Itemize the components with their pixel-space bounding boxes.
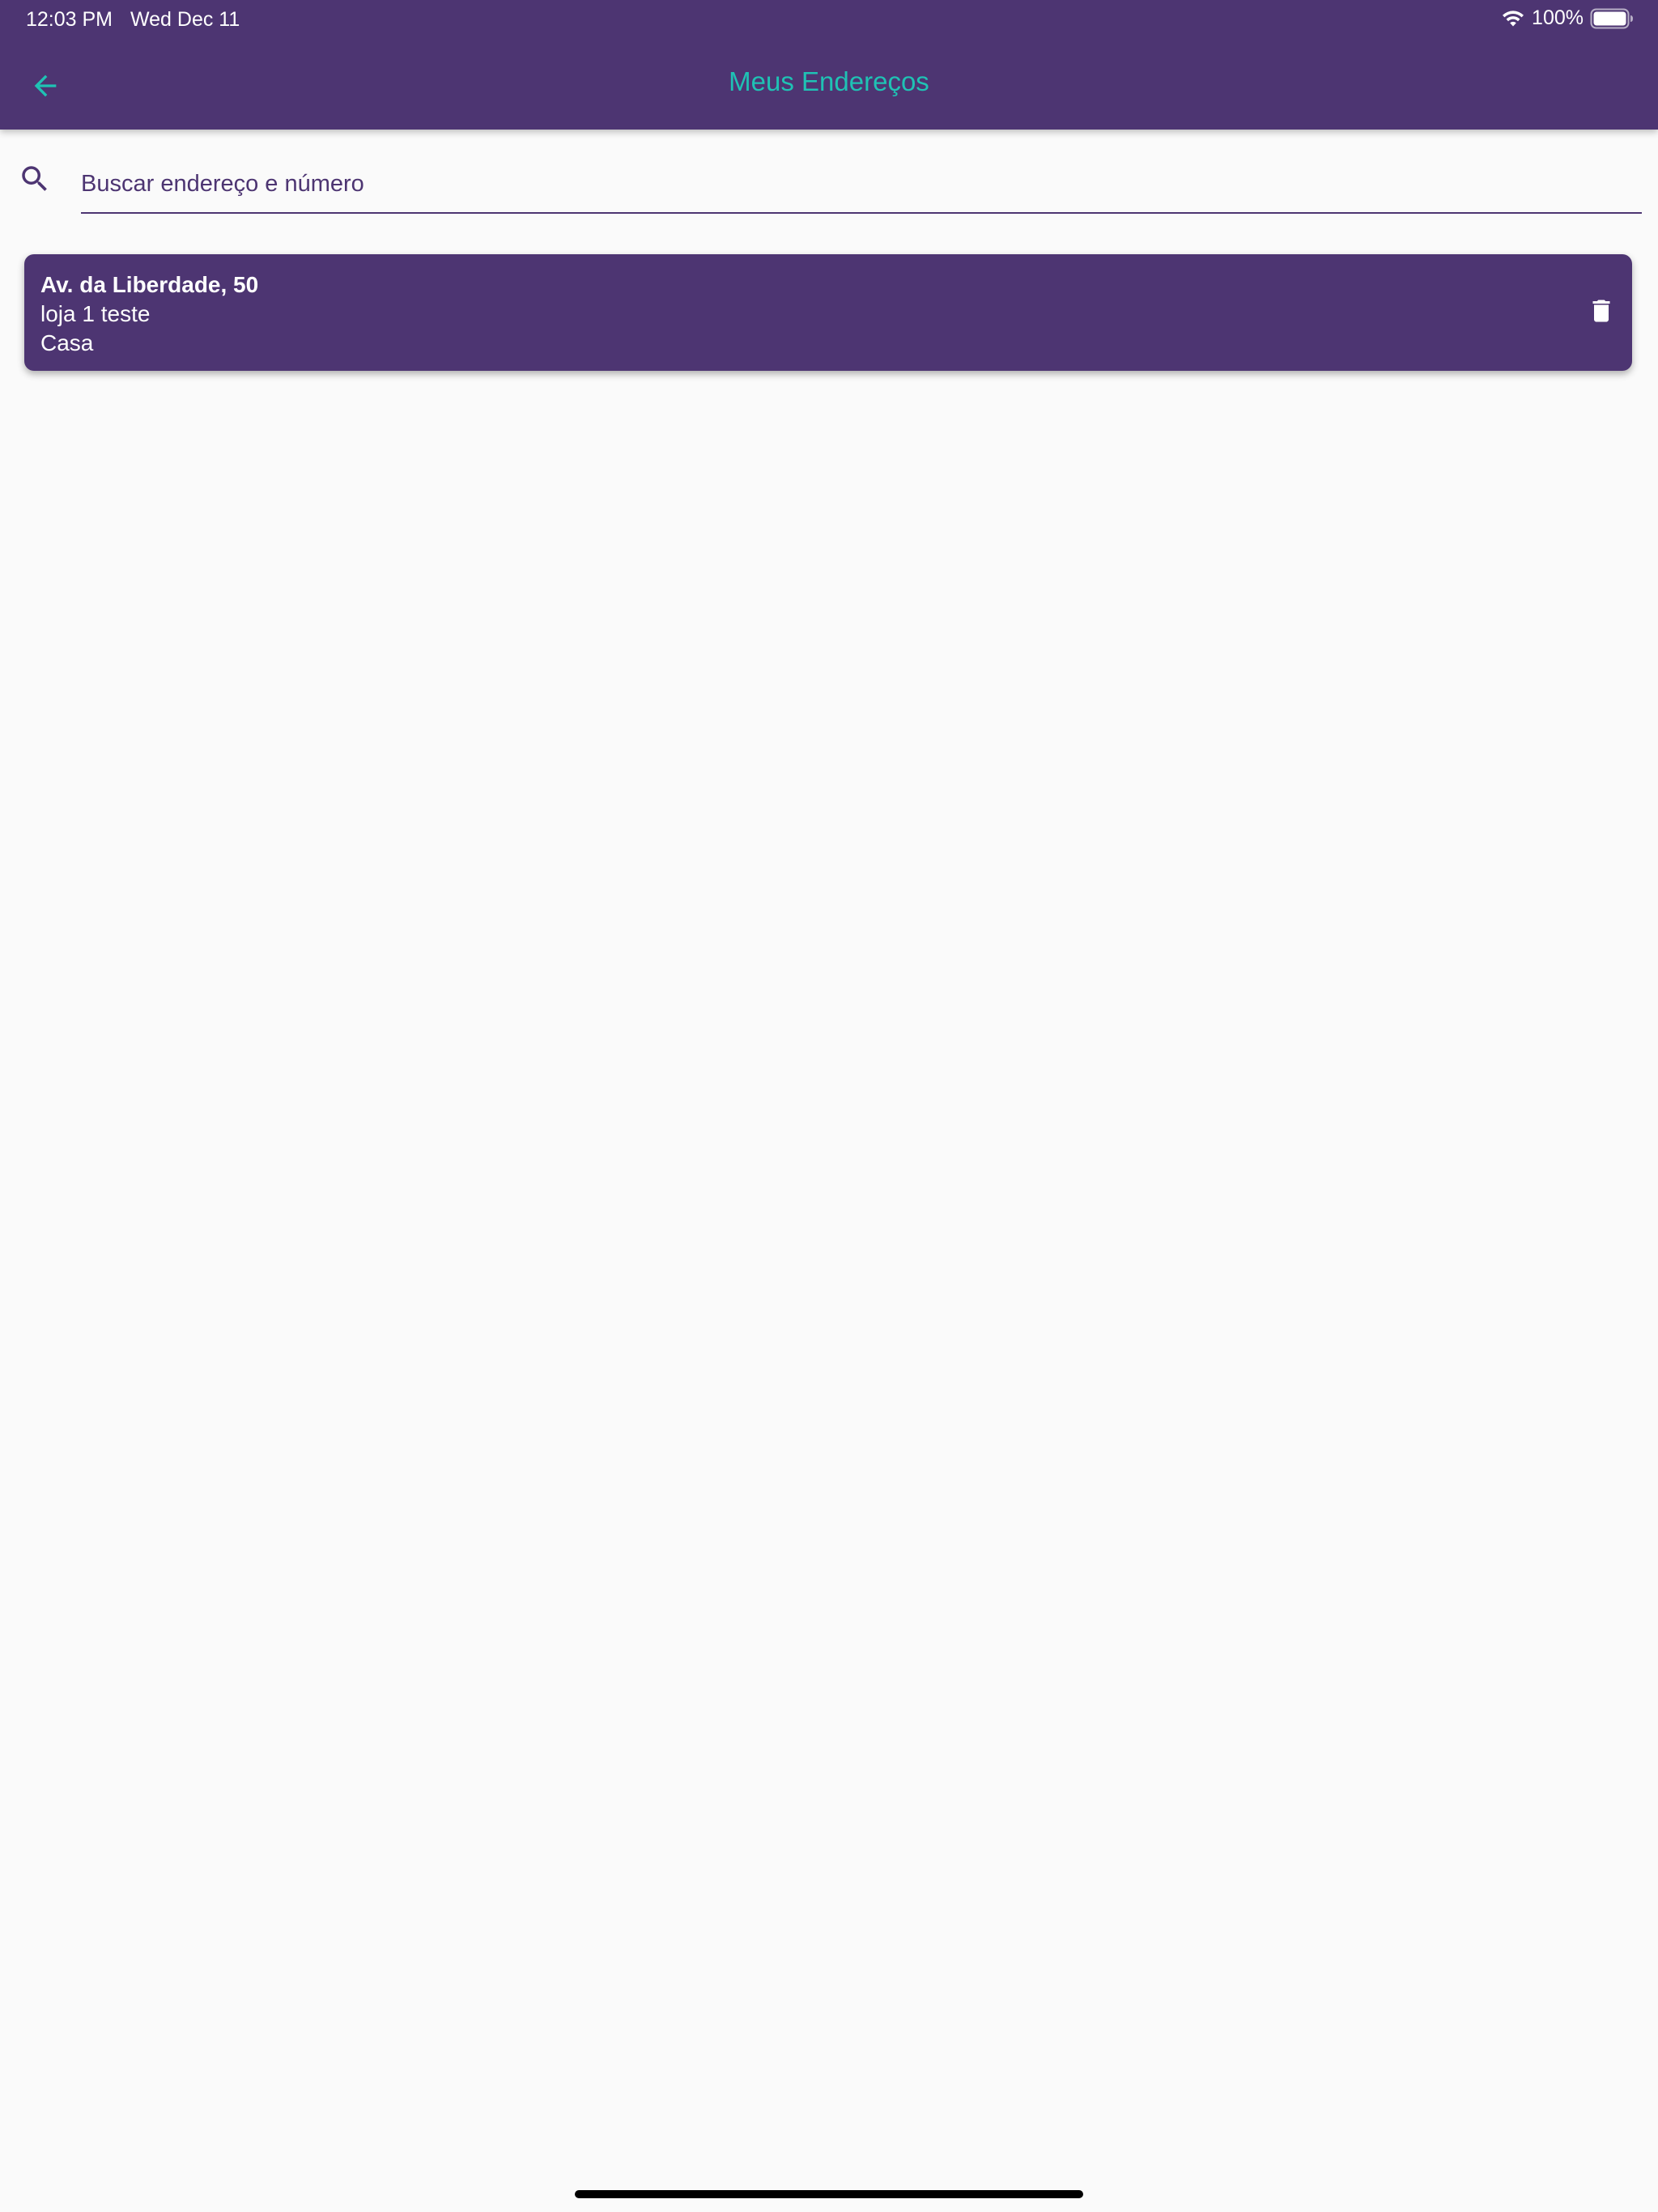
status-date: Wed Dec 11 xyxy=(130,8,240,31)
address-street: Av. da Liberdade, 50 xyxy=(40,272,259,297)
address-card[interactable]: Av. da Liberdade, 50 loja 1 teste Casa xyxy=(24,254,1632,371)
home-indicator xyxy=(575,2190,1083,2198)
search-icon xyxy=(22,166,47,191)
addresses-screen: 12:03 PM Wed Dec 11 100% Meus Endereços … xyxy=(0,0,1658,2212)
address-label: Casa xyxy=(40,330,94,355)
status-bar: 12:03 PM Wed Dec 11 100% xyxy=(0,0,1658,39)
trash-icon xyxy=(1592,300,1610,322)
search-icon-container xyxy=(18,162,52,196)
address-complement: loja 1 teste xyxy=(40,301,151,326)
battery-icon xyxy=(1590,8,1633,28)
wifi-icon xyxy=(1503,10,1524,26)
page-title: Meus Endereços xyxy=(729,66,929,96)
battery-percentage: 100% xyxy=(1532,6,1584,29)
delete-address-button[interactable] xyxy=(1579,288,1624,334)
status-time: 12:03 PM xyxy=(26,8,113,31)
app-bar: 12:03 PM Wed Dec 11 100% Meus Endereços xyxy=(0,0,1658,130)
search-input[interactable] xyxy=(81,155,1642,214)
status-indicators: 100% xyxy=(1501,6,1634,30)
